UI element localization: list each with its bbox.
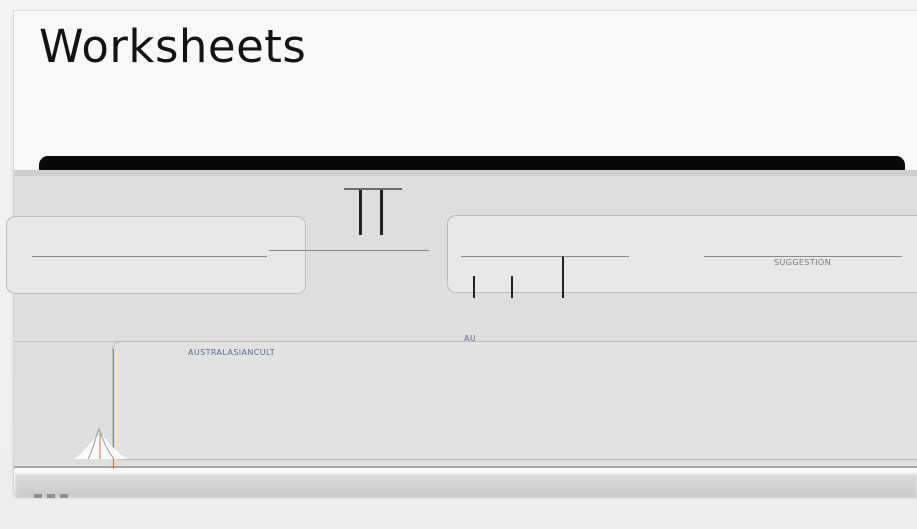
panel-top-line (14, 170, 917, 176)
vertical-black-mark (473, 276, 475, 298)
vertical-black-mark (380, 190, 383, 235)
right-box-label: SUGGESTION (774, 258, 831, 267)
worksheets-screen: Worksheets AUSTRALASIANCULT AU SUGGESTIO… (0, 0, 917, 529)
vertical-black-mark (511, 276, 513, 298)
black-header-strip (39, 156, 905, 170)
user-silhouette-icon (74, 427, 128, 460)
left-field-box[interactable] (6, 216, 306, 294)
right-field-box[interactable] (447, 215, 917, 293)
noise-line (704, 256, 902, 257)
noise-line (461, 256, 629, 257)
noise-line (344, 188, 402, 190)
bottom-content-box (112, 341, 917, 460)
footer-dot (47, 494, 55, 498)
noise-line (269, 250, 429, 251)
blue-small-label: AU (464, 334, 477, 343)
footer-dot (34, 494, 42, 498)
bottom-shadow-bar (15, 474, 917, 498)
footer-dot (60, 494, 68, 498)
page-title: Worksheets (39, 20, 307, 73)
worksheet-panel: AUSTRALASIANCULT AU SUGGESTION (6, 170, 917, 469)
footer-dots (34, 494, 68, 498)
blue-caption: AUSTRALASIANCULT (188, 348, 276, 357)
vertical-black-mark (562, 256, 564, 298)
vertical-black-mark (359, 190, 362, 235)
noise-line (32, 256, 267, 257)
worksheets-window: Worksheets AUSTRALASIANCULT AU SUGGESTIO… (6, 10, 917, 493)
